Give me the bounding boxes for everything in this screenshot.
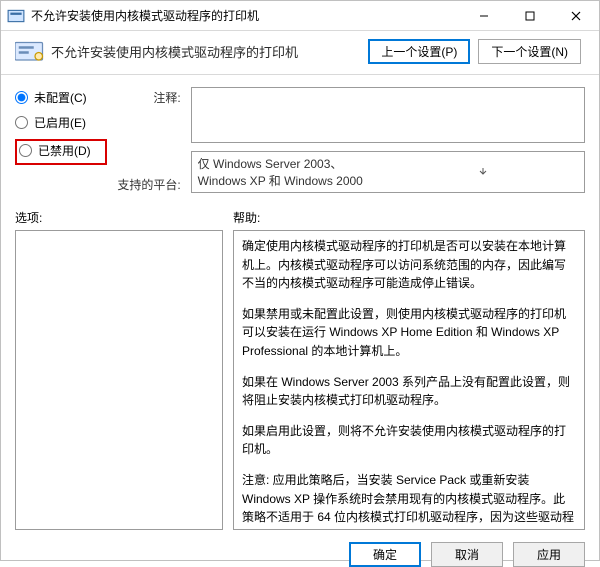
dialog-buttons: 确定 取消 应用 bbox=[1, 530, 599, 567]
radio-not-configured-label: 未配置(C) bbox=[34, 89, 87, 106]
window-title: 不允许安装使用内核模式驱动程序的打印机 bbox=[31, 7, 461, 24]
chevron-down-icon bbox=[388, 167, 578, 177]
panes: 确定使用内核模式驱动程序的打印机是否可以安装在本地计算机上。内核模式驱动程序可以… bbox=[1, 230, 599, 530]
comment-label: 注释: bbox=[117, 89, 181, 106]
help-paragraph: 注意: 应用此策略后，当安装 Service Pack 或重新安装 Window… bbox=[242, 471, 576, 530]
close-button[interactable] bbox=[553, 1, 599, 30]
app-icon bbox=[7, 7, 25, 25]
cancel-button[interactable]: 取消 bbox=[431, 542, 503, 567]
help-paragraph: 如果启用此设置，则将不允许安装使用内核模式驱动程序的打印机。 bbox=[242, 422, 576, 459]
radio-disabled-label: 已禁用(D) bbox=[38, 142, 91, 159]
titlebar: 不允许安装使用内核模式驱动程序的打印机 bbox=[1, 1, 599, 31]
header: 不允许安装使用内核模式驱动程序的打印机 上一个设置(P) 下一个设置(N) bbox=[1, 31, 599, 74]
radio-disabled[interactable]: 已禁用(D) bbox=[15, 139, 107, 165]
help-pane[interactable]: 确定使用内核模式驱动程序的打印机是否可以安装在本地计算机上。内核模式驱动程序可以… bbox=[233, 230, 585, 530]
radio-not-configured[interactable]: 未配置(C) bbox=[15, 89, 107, 106]
window-buttons bbox=[461, 1, 599, 30]
comment-input[interactable] bbox=[191, 87, 585, 143]
mid-labels: 选项: 帮助: bbox=[1, 201, 599, 230]
state-radio-group: 未配置(C) 已启用(E) 已禁用(D) bbox=[15, 87, 107, 193]
field-labels: 注释: 支持的平台: bbox=[117, 87, 181, 193]
help-paragraph: 确定使用内核模式驱动程序的打印机是否可以安装在本地计算机上。内核模式驱动程序可以… bbox=[242, 237, 576, 293]
radio-enabled-input[interactable] bbox=[15, 116, 28, 129]
previous-setting-button[interactable]: 上一个设置(P) bbox=[368, 39, 470, 64]
field-inputs: 仅 Windows Server 2003、Windows XP 和 Windo… bbox=[191, 87, 585, 193]
radio-not-configured-input[interactable] bbox=[15, 91, 28, 104]
minimize-button[interactable] bbox=[461, 1, 507, 30]
platform-label: 支持的平台: bbox=[117, 176, 181, 193]
radio-disabled-input[interactable] bbox=[19, 144, 32, 157]
next-setting-button[interactable]: 下一个设置(N) bbox=[478, 39, 581, 64]
nav-buttons: 上一个设置(P) 下一个设置(N) bbox=[368, 39, 581, 64]
policy-icon bbox=[15, 40, 45, 64]
form-area: 未配置(C) 已启用(E) 已禁用(D) 注释: 支持的平台: 仅 Window… bbox=[1, 83, 599, 201]
supported-platform-row: 仅 Windows Server 2003、Windows XP 和 Windo… bbox=[191, 151, 585, 193]
ok-button[interactable]: 确定 bbox=[349, 542, 421, 567]
supported-platform-box[interactable]: 仅 Windows Server 2003、Windows XP 和 Windo… bbox=[191, 151, 585, 193]
apply-button[interactable]: 应用 bbox=[513, 542, 585, 567]
help-paragraph: 如果在 Windows Server 2003 系列产品上没有配置此设置，则将阻… bbox=[242, 373, 576, 410]
separator bbox=[1, 74, 599, 75]
help-paragraph: 如果禁用或未配置此设置，则使用内核模式驱动程序的打印机可以安装在运行 Windo… bbox=[242, 305, 576, 361]
maximize-button[interactable] bbox=[507, 1, 553, 30]
help-label: 帮助: bbox=[233, 209, 585, 226]
options-label: 选项: bbox=[15, 209, 233, 226]
supported-platform-text: 仅 Windows Server 2003、Windows XP 和 Windo… bbox=[198, 155, 388, 189]
radio-enabled-label: 已启用(E) bbox=[34, 114, 86, 131]
options-pane[interactable] bbox=[15, 230, 223, 530]
policy-title: 不允许安装使用内核模式驱动程序的打印机 bbox=[51, 42, 368, 61]
radio-enabled[interactable]: 已启用(E) bbox=[15, 114, 107, 131]
